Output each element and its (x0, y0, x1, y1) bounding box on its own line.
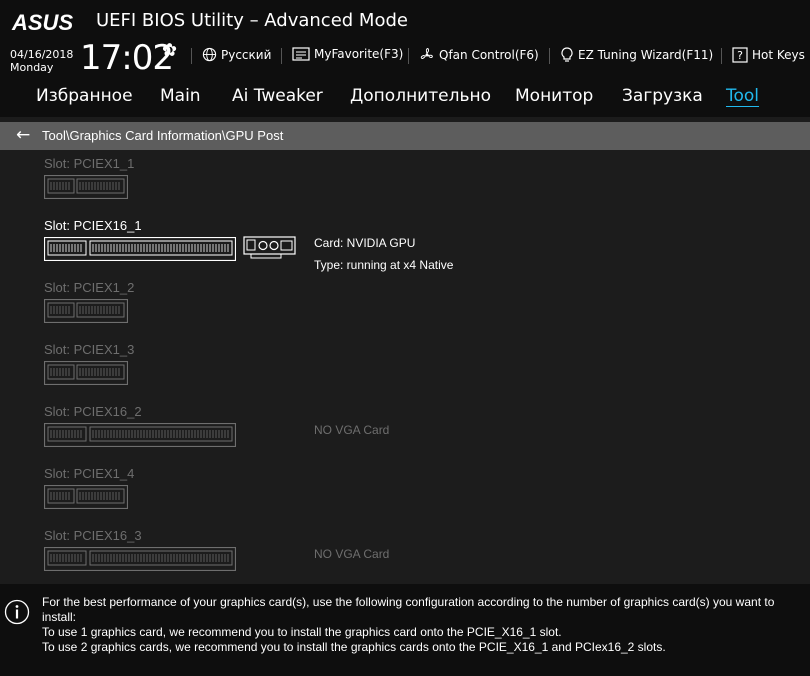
pcie-x16-slot-icon (43, 422, 237, 451)
header-divider (721, 48, 722, 64)
pcie-x16-slot-icon (43, 236, 237, 265)
header-divider (191, 48, 192, 64)
help-text: For the best performance of your graphic… (42, 595, 807, 655)
lightbulb-icon (561, 47, 573, 62)
header-divider (408, 48, 409, 64)
gear-icon[interactable]: ✿ (162, 40, 177, 61)
scrollbar-thumb[interactable] (806, 122, 810, 150)
slot-pciex16-3: Slot: PCIEX16_3 (43, 528, 237, 575)
hot-keys-button[interactable]: ? Hot Keys (732, 47, 805, 63)
pcie-x1-slot-icon (43, 174, 134, 203)
slot-status: NO VGA Card (314, 547, 390, 561)
hot-keys-label: Hot Keys (752, 48, 805, 62)
qfan-control-button[interactable]: Qfan Control(F6) (419, 47, 539, 63)
globe-icon (202, 47, 217, 62)
slot-label: Slot: PCIEX1_1 (44, 156, 135, 171)
slot-pciex16-1[interactable]: Slot: PCIEX16_1 (43, 218, 237, 265)
slot-label: Slot: PCIEX1_3 (44, 342, 135, 357)
info-icon (4, 599, 30, 625)
help-line: To use 1 graphics card, we recommend you… (42, 625, 562, 639)
slot-pciex16-2: Slot: PCIEX16_2 (43, 404, 237, 451)
tab-boot[interactable]: Загрузка (622, 86, 703, 106)
slot-label: Slot: PCIEX16_1 (44, 218, 142, 233)
qfan-label: Qfan Control(F6) (439, 48, 539, 62)
ez-tuning-label: EZ Tuning Wizard(F11) (578, 48, 714, 62)
back-arrow-icon[interactable]: ← (16, 125, 30, 145)
slot-label: Slot: PCIEX16_3 (44, 528, 142, 543)
slot-status: NO VGA Card (314, 423, 390, 437)
app-title: UEFI BIOS Utility – Advanced Mode (96, 10, 408, 31)
ez-tuning-wizard-button[interactable]: EZ Tuning Wizard(F11) (560, 47, 713, 63)
question-icon: ? (732, 47, 748, 63)
tab-tool[interactable]: Tool (726, 86, 759, 106)
language-label: Русский (221, 47, 272, 62)
pcie-x1-slot-icon (43, 360, 134, 389)
myfavorite-icon (292, 47, 310, 61)
pcie-x1-slot-icon (43, 298, 134, 327)
slot-pciex1-4: Slot: PCIEX1_4 (43, 466, 135, 513)
slot-label: Slot: PCIEX1_4 (44, 466, 135, 481)
asus-logo: ASUS (12, 10, 74, 35)
slot-label: Slot: PCIEX1_2 (44, 280, 135, 295)
help-line: To use 2 graphics cards, we recommend yo… (42, 640, 666, 654)
slot-pciex1-2: Slot: PCIEX1_2 (43, 280, 135, 327)
breadcrumb-path: Tool\Graphics Card Information\GPU Post (42, 128, 284, 143)
card-type: Type: running at x4 Native (314, 258, 454, 272)
pcie-x16-slot-icon (43, 546, 237, 575)
svg-text:?: ? (737, 49, 743, 62)
tab-advanced[interactable]: Дополнительно (350, 86, 491, 106)
date-display: 04/16/2018 Monday (10, 48, 73, 74)
slot-pciex1-3: Slot: PCIEX1_3 (43, 342, 135, 389)
header-divider (281, 48, 282, 64)
slot-label: Slot: PCIEX16_2 (44, 404, 142, 419)
card-info: Card: NVIDIA GPU Type: running at x4 Nat… (314, 232, 453, 276)
pcie-x1-slot-icon (43, 484, 134, 513)
header-divider (549, 48, 550, 64)
clock-time: 17:02 (80, 38, 174, 78)
fan-icon (420, 48, 433, 59)
tab-main[interactable]: Main (160, 86, 201, 106)
tab-ai-tweaker[interactable]: Ai Tweaker (232, 86, 323, 106)
slot-pciex1-1: Slot: PCIEX1_1 (43, 156, 135, 203)
date-text: 04/16/2018 (10, 48, 74, 61)
tab-favorites[interactable]: Избранное (36, 86, 133, 106)
myfavorite-button[interactable]: MyFavorite(F3) (292, 47, 403, 61)
tab-monitor[interactable]: Монитор (515, 86, 593, 106)
help-line: For the best performance of your graphic… (42, 595, 775, 624)
card-name: Card: NVIDIA GPU (314, 236, 416, 250)
myfavorite-label: MyFavorite(F3) (314, 47, 404, 61)
weekday-text: Monday (10, 61, 54, 74)
graphics-card-icon (243, 236, 296, 259)
language-button[interactable]: Русский (202, 47, 271, 62)
